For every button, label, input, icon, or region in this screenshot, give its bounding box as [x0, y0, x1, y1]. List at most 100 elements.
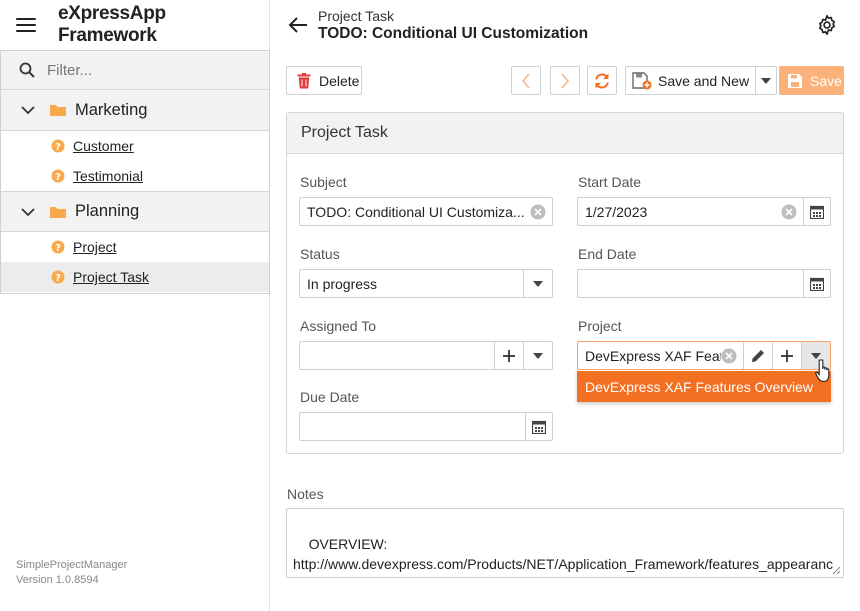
calendar-icon [810, 277, 824, 291]
svg-text:?: ? [55, 243, 61, 254]
nav-item-label[interactable]: Project [73, 239, 117, 255]
nav-item-label[interactable]: Customer [73, 138, 134, 154]
menu-icon[interactable] [16, 18, 36, 32]
save-button[interactable]: Save [779, 66, 844, 95]
save-and-new-button[interactable]: Save and New [625, 66, 755, 95]
app-name-text: SimpleProjectManager [16, 559, 128, 571]
nav-item-project-task[interactable]: ? Project Task [1, 262, 269, 292]
due-date-field[interactable] [299, 412, 553, 441]
project-task-form: Project Task Subject TODO: Conditional U… [286, 112, 844, 454]
app-header: eXpressApp Framework [0, 0, 269, 50]
notes-value[interactable]: OVERVIEW: http://www.devexpress.com/Prod… [293, 536, 833, 577]
status-value[interactable]: In progress [300, 276, 523, 292]
status-select[interactable]: In progress [299, 269, 553, 298]
pencil-icon [752, 349, 764, 362]
chevron-right-icon [561, 72, 570, 89]
delete-button[interactable]: Delete [286, 66, 362, 95]
assigned-to-add-button[interactable] [494, 342, 523, 369]
view-header: Project Task TODO: Conditional UI Custom… [271, 0, 860, 50]
nav-group-label: Planning [75, 202, 140, 220]
save-button-label: Save [810, 72, 842, 89]
svg-text:?: ? [55, 273, 61, 284]
caret-down-icon [761, 77, 771, 84]
back-arrow-icon[interactable] [288, 17, 308, 33]
resize-grip-icon[interactable] [831, 565, 841, 575]
calendar-icon [532, 420, 546, 434]
project-dropdown-option[interactable]: DevExpress XAF Features Overview [577, 371, 831, 402]
project-lookup-field[interactable]: DevExpress XAF Feat [577, 341, 831, 370]
plus-icon [781, 349, 793, 362]
refresh-icon [595, 73, 609, 88]
start-date-field[interactable]: 1/27/2023 [577, 197, 831, 226]
gear-icon[interactable] [816, 14, 838, 36]
floppy-disk-icon [788, 73, 802, 88]
question-badge-icon: ? [51, 240, 65, 254]
clear-icon[interactable] [721, 348, 737, 364]
nav-item-testimonial[interactable]: ? Testimonial [1, 161, 269, 191]
end-date-calendar-button[interactable] [803, 270, 830, 297]
view-type-caption: Project Task [318, 8, 394, 24]
hand-cursor-icon [815, 359, 830, 383]
nav-item-customer[interactable]: ? Customer [1, 131, 269, 161]
nav-filter-input[interactable]: Filter... [47, 62, 92, 79]
save-options-dropdown[interactable] [755, 66, 777, 95]
project-value[interactable]: DevExpress XAF Feat [578, 348, 721, 364]
previous-record-button[interactable] [511, 66, 541, 95]
question-badge-icon: ? [51, 169, 65, 183]
next-record-button[interactable] [550, 66, 580, 95]
clear-icon[interactable] [530, 204, 546, 220]
start-date-label: Start Date [578, 174, 642, 190]
subject-field[interactable]: TODO: Conditional UI Customiza... [299, 197, 553, 226]
caret-down-icon [533, 352, 543, 359]
form-section-title: Project Task [287, 113, 843, 154]
status-label: Status [300, 246, 340, 262]
save-new-icon [632, 71, 652, 89]
clear-icon[interactable] [781, 204, 797, 220]
chevron-left-icon [521, 72, 530, 89]
project-edit-button[interactable] [743, 342, 772, 369]
subject-label: Subject [300, 174, 347, 190]
nav-item-label[interactable]: Project Task [73, 269, 149, 285]
due-date-label: Due Date [300, 389, 360, 405]
project-label: Project [578, 318, 622, 334]
nav-item-project[interactable]: ? Project [1, 232, 269, 262]
status-dropdown-button[interactable] [523, 270, 552, 297]
save-and-new-label: Save and New [658, 72, 750, 89]
refresh-button[interactable] [587, 66, 617, 95]
detail-view: Project Task TODO: Conditional UI Custom… [271, 0, 860, 611]
trash-icon [297, 72, 311, 88]
svg-text:?: ? [55, 142, 61, 153]
navigation-panel: eXpressApp Framework Filter... Marketing… [0, 0, 270, 611]
chevron-down-icon[interactable] [21, 105, 35, 115]
question-badge-icon: ? [51, 270, 65, 284]
chevron-down-icon[interactable] [21, 207, 35, 217]
folder-icon [50, 206, 66, 218]
assigned-to-field[interactable] [299, 341, 553, 370]
start-date-calendar-button[interactable] [803, 198, 830, 225]
calendar-icon [810, 205, 824, 219]
version-info: SimpleProjectManager Version 1.0.8594 [16, 558, 127, 588]
project-add-button[interactable] [772, 342, 801, 369]
delete-button-label: Delete [319, 72, 360, 89]
due-date-calendar-button[interactable] [525, 413, 552, 440]
end-date-label: End Date [578, 246, 637, 262]
nav-group-marketing[interactable]: Marketing [1, 90, 269, 131]
notes-label: Notes [287, 486, 324, 502]
assigned-to-dropdown-button[interactable] [523, 342, 552, 369]
caret-down-icon [533, 280, 543, 287]
folder-icon [50, 105, 66, 116]
search-icon [19, 62, 35, 78]
nav-group-planning[interactable]: Planning [1, 191, 269, 232]
caret-down-icon [811, 352, 821, 359]
subject-value[interactable]: TODO: Conditional UI Customiza... [300, 204, 530, 220]
version-text: Version 1.0.8594 [16, 574, 99, 586]
nav-filter[interactable]: Filter... [1, 51, 269, 90]
app-title: eXpressApp Framework [57, 3, 166, 46]
end-date-field[interactable] [577, 269, 831, 298]
nav-item-label[interactable]: Testimonial [73, 168, 143, 184]
view-title: TODO: Conditional UI Customization [318, 25, 589, 42]
action-toolbar: Delete Save and New Save [286, 66, 845, 96]
notes-textarea[interactable]: OVERVIEW: http://www.devexpress.com/Prod… [286, 508, 844, 578]
question-badge-icon: ? [51, 139, 65, 153]
start-date-value[interactable]: 1/27/2023 [578, 204, 781, 220]
